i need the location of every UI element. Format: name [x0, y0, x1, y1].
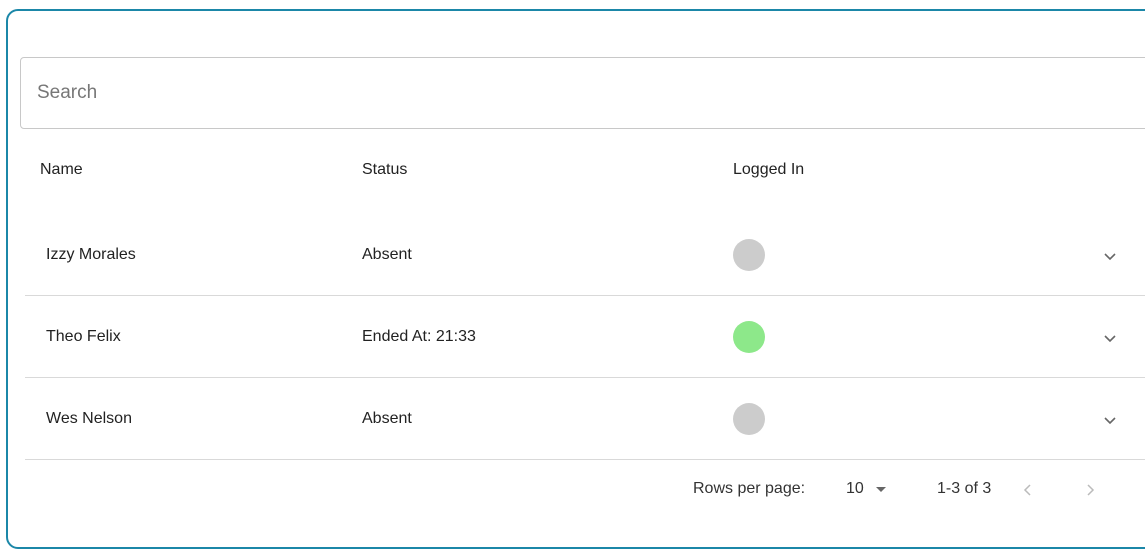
chevron-down-icon[interactable]: [1100, 246, 1120, 266]
row-name: Izzy Morales: [46, 246, 136, 263]
row-status: Absent: [362, 246, 412, 263]
logged-in-indicator: [733, 321, 765, 353]
column-header-status: Status: [362, 161, 408, 178]
table-header: Name Status Logged In: [0, 160, 1145, 198]
chevron-down-icon[interactable]: [1100, 328, 1120, 348]
caret-down-icon[interactable]: [876, 487, 886, 492]
rows-per-page-select[interactable]: 10: [846, 480, 864, 498]
logged-in-indicator: [733, 403, 765, 435]
search-field[interactable]: [20, 57, 1145, 129]
table-row[interactable]: Izzy Morales Absent: [0, 214, 1145, 296]
search-input[interactable]: [37, 58, 1117, 128]
logged-in-indicator: [733, 239, 765, 271]
table-row[interactable]: Wes Nelson Absent: [0, 378, 1145, 460]
row-name: Wes Nelson: [46, 410, 132, 427]
chevron-down-icon[interactable]: [1100, 410, 1120, 430]
column-header-logged-in: Logged In: [733, 161, 805, 178]
table-row[interactable]: Theo Felix Ended At: 21:33: [0, 296, 1145, 378]
rows-per-page-label: Rows per page:: [693, 480, 806, 497]
column-header-name: Name: [40, 161, 83, 178]
chevron-left-icon[interactable]: [1020, 482, 1036, 498]
chevron-right-icon[interactable]: [1082, 482, 1098, 498]
row-status: Ended At: 21:33: [362, 328, 476, 345]
row-status: Absent: [362, 410, 412, 427]
row-name: Theo Felix: [46, 328, 121, 345]
row-divider: [25, 459, 1145, 460]
page-range: 1-3 of 3: [937, 480, 992, 497]
pagination: Rows per page: 10 1-3 of 3: [0, 470, 1145, 510]
